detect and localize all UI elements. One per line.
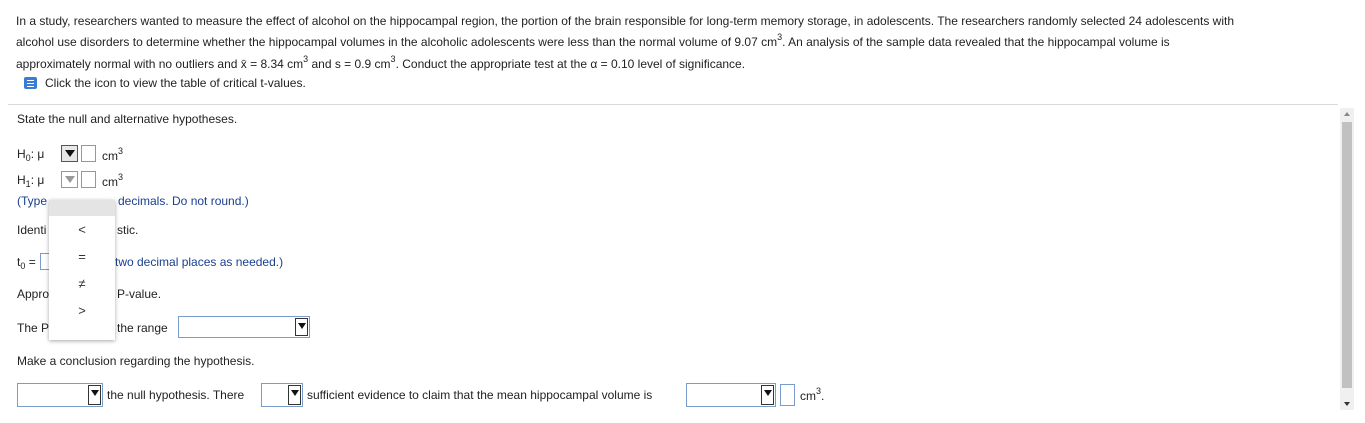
pvalue-range-dropdown[interactable]	[178, 316, 310, 338]
identify-text-end: stic.	[117, 223, 139, 237]
pvalue-text-end: the range	[117, 321, 168, 335]
operator-menu: < = ≠ >	[49, 200, 115, 340]
chevron-down-icon	[88, 385, 101, 405]
h0-unit: cm3	[102, 146, 124, 163]
identify-text-start: Identi	[17, 223, 47, 237]
h0-label: H0: μ	[17, 147, 45, 163]
operator-option-not-equal[interactable]: ≠	[49, 270, 115, 297]
vertical-scrollbar[interactable]	[1340, 108, 1354, 410]
scroll-down-icon[interactable]	[1340, 398, 1354, 410]
t0-label: t0 =	[17, 255, 36, 271]
hypotheses-instruction: State the null and alternative hypothese…	[17, 112, 238, 126]
reject-decision-dropdown[interactable]	[17, 383, 103, 407]
operator-option-equal[interactable]: =	[49, 243, 115, 270]
h0-value-input[interactable]	[81, 145, 96, 162]
comparison-dropdown[interactable]	[686, 383, 776, 407]
operator-option-less[interactable]: <	[49, 216, 115, 243]
round-hint: two decimal places as needed.)	[115, 255, 284, 269]
operator-option-greater[interactable]: >	[49, 297, 115, 324]
conclusion-value-input[interactable]	[780, 384, 795, 406]
conclusion-unit: cm3.	[800, 386, 825, 403]
problem-line-3: approximately normal with no outliers an…	[16, 54, 746, 71]
h1-operator-dropdown[interactable]	[61, 171, 78, 188]
h1-label: H1: μ	[17, 173, 45, 189]
chevron-down-icon	[295, 318, 308, 336]
problem-statement: In a study, researchers wanted to measur…	[16, 11, 1336, 76]
h1-value-input[interactable]	[81, 171, 96, 188]
chevron-down-icon	[288, 385, 301, 405]
divider	[8, 104, 1338, 105]
h1-unit: cm3	[102, 172, 124, 189]
approx-text-start: Appro	[17, 287, 50, 301]
operator-menu-header	[49, 200, 115, 216]
pvalue-text-start: The P	[17, 321, 50, 335]
table-icon[interactable]	[24, 77, 37, 89]
approx-text-end: P-value.	[117, 287, 162, 301]
evidence-dropdown[interactable]	[261, 383, 303, 407]
scroll-thumb[interactable]	[1342, 122, 1352, 388]
scroll-up-icon[interactable]	[1340, 108, 1354, 120]
type-hint-start: (Type	[17, 194, 48, 208]
type-hint-end: decimals. Do not round.)	[118, 194, 249, 208]
problem-line-1: In a study, researchers wanted to measur…	[16, 14, 1235, 28]
h0-operator-dropdown[interactable]	[61, 145, 78, 162]
problem-line-2: alcohol use disorders to determine wheth…	[16, 32, 1170, 49]
conclusion-instruction: Make a conclusion regarding the hypothes…	[17, 354, 255, 368]
conclusion-text-1: the null hypothesis. There	[107, 388, 245, 402]
conclusion-text-2: sufficient evidence to claim that the me…	[307, 388, 653, 402]
critical-values-link[interactable]: Click the icon to view the table of crit…	[45, 76, 306, 90]
chevron-down-icon	[761, 385, 774, 405]
